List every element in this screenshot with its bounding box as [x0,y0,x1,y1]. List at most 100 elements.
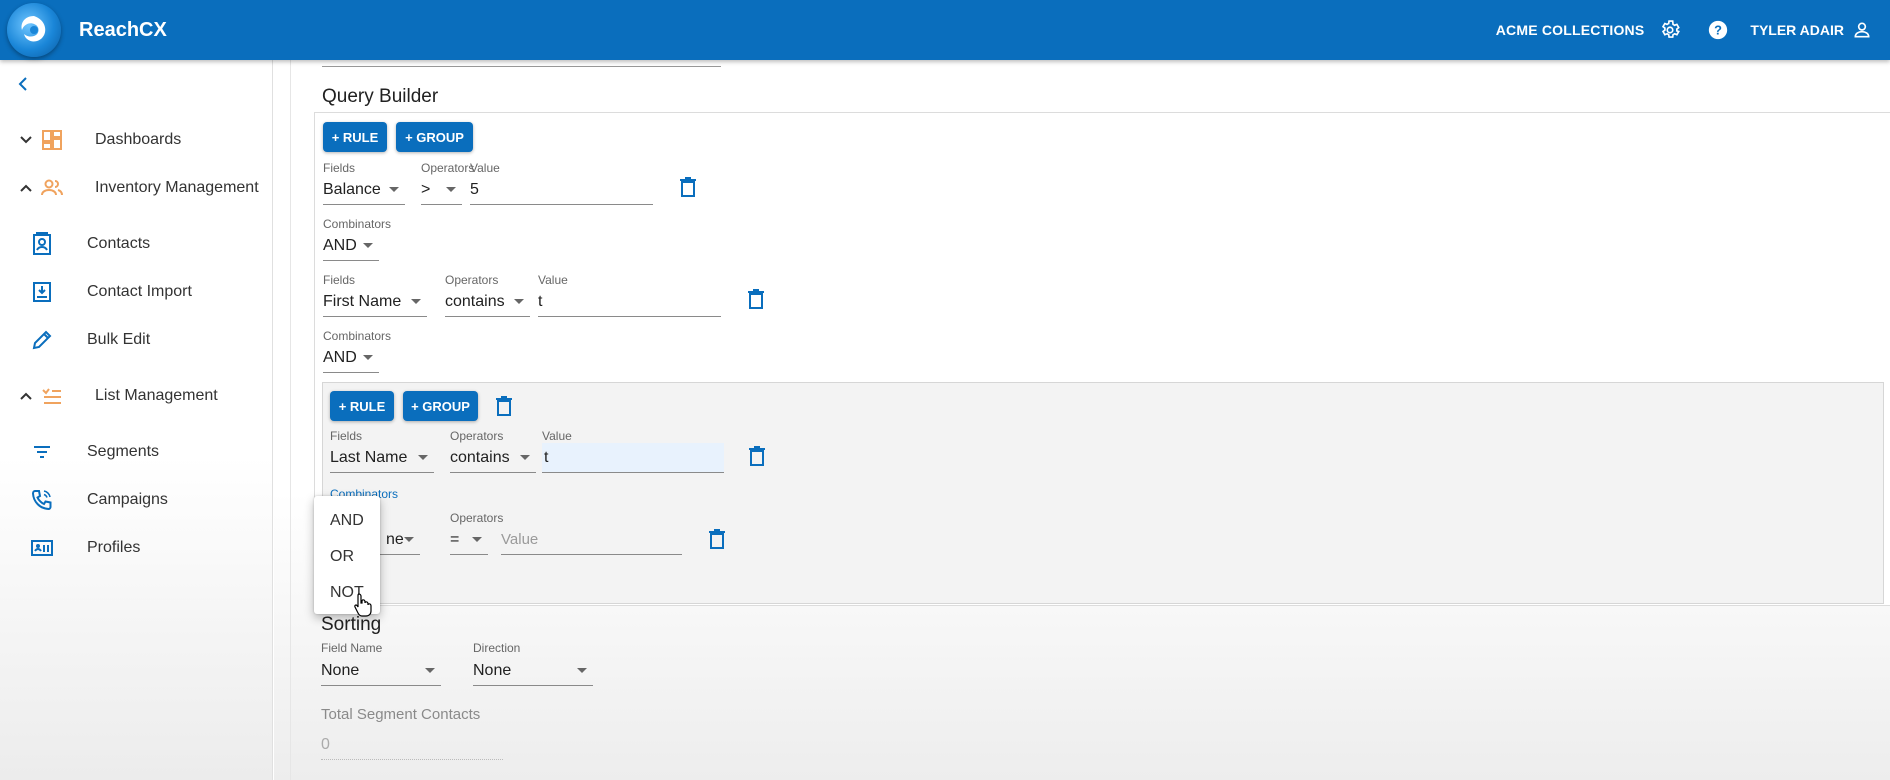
pencil-icon [32,330,52,350]
logo-swirl-icon [21,16,46,42]
previous-field-underline [322,66,721,67]
operators-label: Operators [450,511,504,525]
combinator1-select[interactable]: AND [323,231,379,261]
group-rule2-value-input[interactable]: Value [501,525,682,555]
combinators-label: Combinators [323,329,392,343]
sidebar-item-dashboards[interactable]: Dashboards [0,120,273,160]
sidebar-item-label: Profiles [87,539,141,556]
group-rule1-field-select[interactable]: Last Name [330,443,434,473]
rule2-value-input[interactable]: t [538,287,721,317]
dropdown-caret-icon [404,537,414,542]
sidebar-item-bulk-edit[interactable]: Bulk Edit [0,320,273,360]
dashboard-icon [42,130,62,150]
app-logo[interactable] [7,3,61,57]
people-icon [41,179,63,196]
delete-rule-trash-icon[interactable] [707,528,727,550]
add-rule-button[interactable]: + RULE [330,391,394,421]
sidebar-item-label: List Management [95,387,218,404]
query-builder-title: Query Builder [322,86,439,107]
combinators-label: Combinators [323,217,392,231]
sidebar-item-campaigns[interactable]: Campaigns [0,480,273,520]
sidebar-item-contacts[interactable]: Contacts [0,224,273,264]
rule1-operator-select[interactable]: > [421,175,462,205]
dropdown-caret-icon [389,187,399,192]
sidebar-item-list-management[interactable]: List Management [0,376,273,416]
add-rule-button[interactable]: + RULE [323,122,387,152]
sidebar-item-label: Inventory Management [95,179,259,196]
header-actions: ACME COLLECTIONS ? TYLER ADAIR [1496,0,1890,60]
user-name[interactable]: TYLER ADAIR [1750,22,1844,38]
delete-rule-trash-icon[interactable] [746,288,766,310]
segment-editor-card: Query Builder + RULE + GROUP Fields Bala… [290,60,1890,780]
menu-item-or[interactable]: OR [314,539,380,575]
fields-label: Fields [323,273,356,287]
sort-direction-select[interactable]: None [473,656,593,686]
value-label: Value [538,273,568,287]
value-label: Value [542,429,572,443]
add-group-button[interactable]: + GROUP [396,122,473,152]
field-name-label: Field Name [321,641,383,655]
sidebar-item-label: Contacts [87,235,151,252]
chevron-up-icon [20,184,32,192]
operators-label: Operators [421,161,475,175]
fields-label: Fields [330,429,363,443]
dropdown-caret-icon [520,455,530,460]
main-content: Query Builder + RULE + GROUP Fields Bala… [274,60,1890,780]
org-name[interactable]: ACME COLLECTIONS [1496,22,1645,38]
group-rule1-value-input[interactable]: t [542,443,724,473]
sidebar-item-label: Dashboards [95,131,182,148]
user-account-icon[interactable] [1848,16,1876,44]
dropdown-caret-icon [514,299,524,304]
total-segment-contacts-value: 0 [321,730,503,760]
chevron-up-icon [20,392,32,400]
rule1-value-input[interactable]: 5 [470,175,653,205]
dropdown-caret-icon [446,187,456,192]
sidebar-item-label: Campaigns [87,491,168,508]
phone-icon [31,490,52,511]
dropdown-caret-icon [577,668,587,673]
total-segment-contacts-label: Total Segment Contacts [321,706,481,723]
delete-rule-trash-icon[interactable] [678,176,698,198]
dropdown-caret-icon [472,537,482,542]
sidebar-item-contact-import[interactable]: Contact Import [0,272,273,312]
group-rule2-operator-select[interactable]: = [450,525,488,555]
direction-label: Direction [473,641,521,655]
sidebar-collapse-chevron-left-icon[interactable] [14,74,34,94]
dropdown-caret-icon [411,299,421,304]
dropdown-caret-icon [363,243,373,248]
sidebar-item-label: Contact Import [87,283,192,300]
fields-label: Fields [323,161,356,175]
delete-group-trash-icon[interactable] [494,395,514,417]
combinator2-select[interactable]: AND [323,343,379,373]
svg-text:?: ? [1714,23,1722,38]
sidebar-item-segments[interactable]: Segments [0,432,273,472]
contact-card-icon [33,232,51,255]
sort-field-name-select[interactable]: None [321,656,441,686]
filter-icon [34,446,50,458]
delete-rule-trash-icon[interactable] [747,445,767,467]
sidebar-item-inventory-management[interactable]: Inventory Management [0,168,273,208]
rule2-operator-select[interactable]: contains [445,287,530,317]
operators-label: Operators [445,273,499,287]
rule2-field-select[interactable]: First Name [323,287,427,317]
sidebar-item-label: Segments [87,443,160,460]
profile-card-icon [31,540,53,556]
import-icon [33,282,51,302]
menu-item-and[interactable]: AND [314,503,380,539]
query-builder-nested-group: + RULE + GROUP Fields Last Name Operator… [322,382,1884,604]
sidebar-item-label: Bulk Edit [87,331,151,348]
add-group-button[interactable]: + GROUP [403,391,478,421]
settings-gear-icon[interactable] [1656,16,1684,44]
dropdown-caret-icon [418,455,428,460]
sidebar-item-profiles[interactable]: Profiles [0,528,273,568]
chevron-down-icon [20,136,32,144]
dropdown-caret-icon [363,355,373,360]
operators-label: Operators [450,429,504,443]
app-header: ReachCX ACME COLLECTIONS ? TYLER ADAIR [0,0,1890,60]
list-icon [42,388,61,404]
rule1-field-select[interactable]: Balance [323,175,405,205]
dropdown-caret-icon [425,668,435,673]
sidebar: Dashboards Inventory Management Contacts… [0,60,273,780]
help-icon[interactable]: ? [1704,16,1732,44]
group-rule1-operator-select[interactable]: contains [450,443,536,473]
